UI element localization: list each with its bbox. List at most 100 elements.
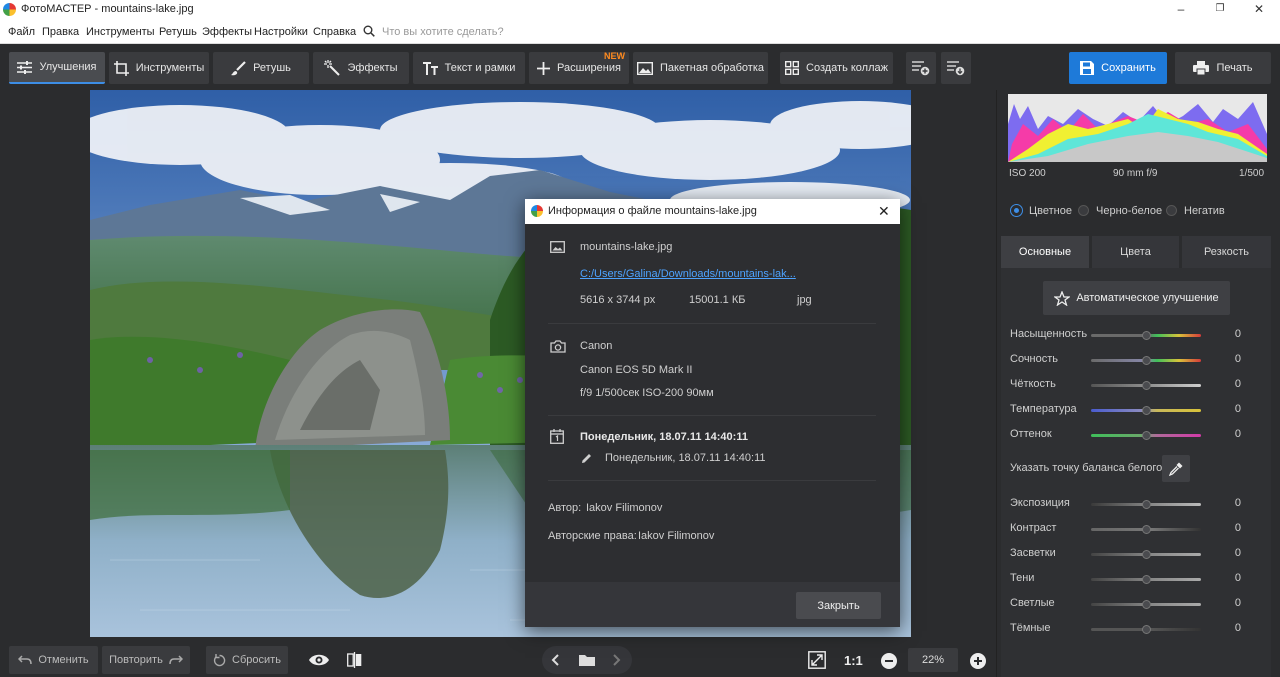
magic-wand-icon xyxy=(324,60,341,76)
contrast-slider-knob[interactable] xyxy=(1142,525,1151,534)
mode-color-label[interactable]: Цветное xyxy=(1029,205,1072,217)
redo-arrow-icon xyxy=(169,655,183,665)
menu-settings[interactable]: Настройки xyxy=(254,26,308,38)
temperature-slider-knob[interactable] xyxy=(1142,406,1151,415)
menu-retouch[interactable]: Ретушь xyxy=(159,26,197,38)
tint-label: Оттенок xyxy=(1010,428,1052,440)
dialog-close-icon[interactable]: ✕ xyxy=(878,203,890,220)
sliders-download-icon xyxy=(947,61,965,76)
dialog-title-bar: Информация о файле mountains-lake.jpg ✕ xyxy=(525,199,900,224)
histogram-lens: 90 mm f/9 xyxy=(1113,168,1158,179)
folder-icon[interactable] xyxy=(579,654,595,666)
tab-basic[interactable]: Основные xyxy=(1001,236,1089,268)
tab-retouch[interactable]: Ретушь xyxy=(213,52,309,84)
highlights-value: 0 xyxy=(1234,547,1241,559)
close-icon[interactable]: ✕ xyxy=(1252,2,1266,16)
tab-extensions-label: Расширения xyxy=(557,62,621,74)
menu-effects[interactable]: Эффекты xyxy=(202,26,252,38)
histogram-chart xyxy=(1008,102,1267,162)
tab-tools[interactable]: Инструменты xyxy=(109,52,209,84)
vibrance-label: Сочность xyxy=(1010,353,1059,365)
undo-button[interactable]: Отменить xyxy=(9,646,98,674)
file-format: jpg xyxy=(797,294,812,306)
create-collage-label: Создать коллаж xyxy=(806,62,888,74)
menu-file[interactable]: Файл xyxy=(8,26,35,38)
shadows-slider-knob[interactable] xyxy=(1142,575,1151,584)
mode-bw-radio[interactable] xyxy=(1078,205,1089,216)
print-button[interactable]: Печать xyxy=(1175,52,1271,84)
tab-sharpness[interactable]: Резкость xyxy=(1182,236,1271,268)
auto-enhance-button[interactable]: Автоматическое улучшение xyxy=(1043,281,1230,315)
redo-label: Повторить xyxy=(109,654,163,666)
blacks-label: Тёмные xyxy=(1010,622,1051,634)
tab-effects[interactable]: Эффекты xyxy=(313,52,409,84)
next-file-icon[interactable] xyxy=(613,654,621,666)
clarity-slider-knob[interactable] xyxy=(1142,381,1151,390)
tab-enhance[interactable]: Улучшения xyxy=(9,52,105,84)
file-info-dialog xyxy=(525,199,900,627)
histogram-iso: ISO 200 xyxy=(1009,168,1046,179)
minimize-icon[interactable]: – xyxy=(1174,2,1188,16)
tab-enhance-label: Улучшения xyxy=(39,61,97,73)
reset-label: Сбросить xyxy=(232,654,281,666)
tint-value: 0 xyxy=(1234,428,1241,440)
whites-slider-knob[interactable] xyxy=(1142,600,1151,609)
save-button[interactable]: Сохранить xyxy=(1069,52,1167,84)
file-name: mountains-lake.jpg xyxy=(580,241,673,253)
tint-slider-knob[interactable] xyxy=(1142,431,1151,440)
clarity-label: Чёткость xyxy=(1010,378,1056,390)
undo-label: Отменить xyxy=(38,654,89,666)
tab-text-frames[interactable]: Текст и рамки xyxy=(413,52,525,84)
eye-icon[interactable] xyxy=(308,653,330,667)
sliders-plus-icon xyxy=(912,61,930,76)
mode-negative-label[interactable]: Негатив xyxy=(1184,205,1225,217)
search-input[interactable]: Что вы хотите сделать? xyxy=(382,26,504,38)
undo-arrow-icon xyxy=(18,655,33,665)
tab-colors[interactable]: Цвета xyxy=(1092,236,1179,268)
tab-sharpness-label: Резкость xyxy=(1203,246,1250,258)
reset-button[interactable]: Сбросить xyxy=(206,646,288,674)
date-modified: Понедельник, 18.07.11 14:40:11 xyxy=(605,452,766,464)
presets-add-button[interactable] xyxy=(906,52,936,84)
menu-help[interactable]: Справка xyxy=(313,26,356,38)
presets-download-button[interactable] xyxy=(941,52,971,84)
copyright-label: Авторские права: xyxy=(548,530,637,542)
previous-file-icon[interactable] xyxy=(551,654,559,666)
blacks-slider-knob[interactable] xyxy=(1142,625,1151,634)
eyedropper-icon xyxy=(1169,462,1183,476)
batch-processing-button[interactable]: Пакетная обработка xyxy=(633,52,768,84)
mode-negative-radio[interactable] xyxy=(1166,205,1177,216)
author-value: Iakov Filimonov xyxy=(586,502,663,514)
actual-size-button[interactable]: 1:1 xyxy=(844,653,863,668)
tab-extensions[interactable]: Расширения NEW xyxy=(529,51,629,84)
redo-button[interactable]: Повторить xyxy=(102,646,190,674)
white-balance-picker-button[interactable] xyxy=(1162,455,1190,482)
zoom-out-icon[interactable] xyxy=(881,653,897,669)
zoom-in-icon[interactable] xyxy=(970,653,986,669)
menu-tools[interactable]: Инструменты xyxy=(86,26,155,38)
whites-value: 0 xyxy=(1234,597,1241,609)
maximize-icon[interactable]: ❐ xyxy=(1213,2,1227,16)
compare-icon[interactable] xyxy=(347,652,362,668)
exposure-slider-knob[interactable] xyxy=(1142,500,1151,509)
reset-icon xyxy=(213,653,226,666)
mode-bw-label[interactable]: Черно-белое xyxy=(1096,205,1162,217)
tab-text-frames-label: Текст и рамки xyxy=(444,62,516,74)
calendar-icon xyxy=(550,429,564,444)
zoom-level-field[interactable]: 22% xyxy=(908,648,958,672)
date-created: Понедельник, 18.07.11 14:40:11 xyxy=(580,431,748,443)
saturation-slider-knob[interactable] xyxy=(1142,331,1151,340)
highlights-slider-knob[interactable] xyxy=(1142,550,1151,559)
create-collage-button[interactable]: Создать коллаж xyxy=(780,52,893,84)
save-label: Сохранить xyxy=(1101,62,1156,74)
search-icon[interactable] xyxy=(363,25,375,37)
close-button[interactable]: Закрыть xyxy=(796,592,881,619)
vibrance-slider-knob[interactable] xyxy=(1142,356,1151,365)
camera-make: Canon xyxy=(580,340,613,352)
menu-edit[interactable]: Правка xyxy=(42,26,79,38)
printer-icon xyxy=(1193,61,1210,75)
mode-color-radio[interactable] xyxy=(1011,205,1022,216)
file-path-link[interactable]: C:/Users/Galina/Downloads/mountains-lak.… xyxy=(580,268,796,280)
white-balance-label: Указать точку баланса белого xyxy=(1010,462,1163,474)
fit-screen-icon[interactable] xyxy=(808,651,826,669)
